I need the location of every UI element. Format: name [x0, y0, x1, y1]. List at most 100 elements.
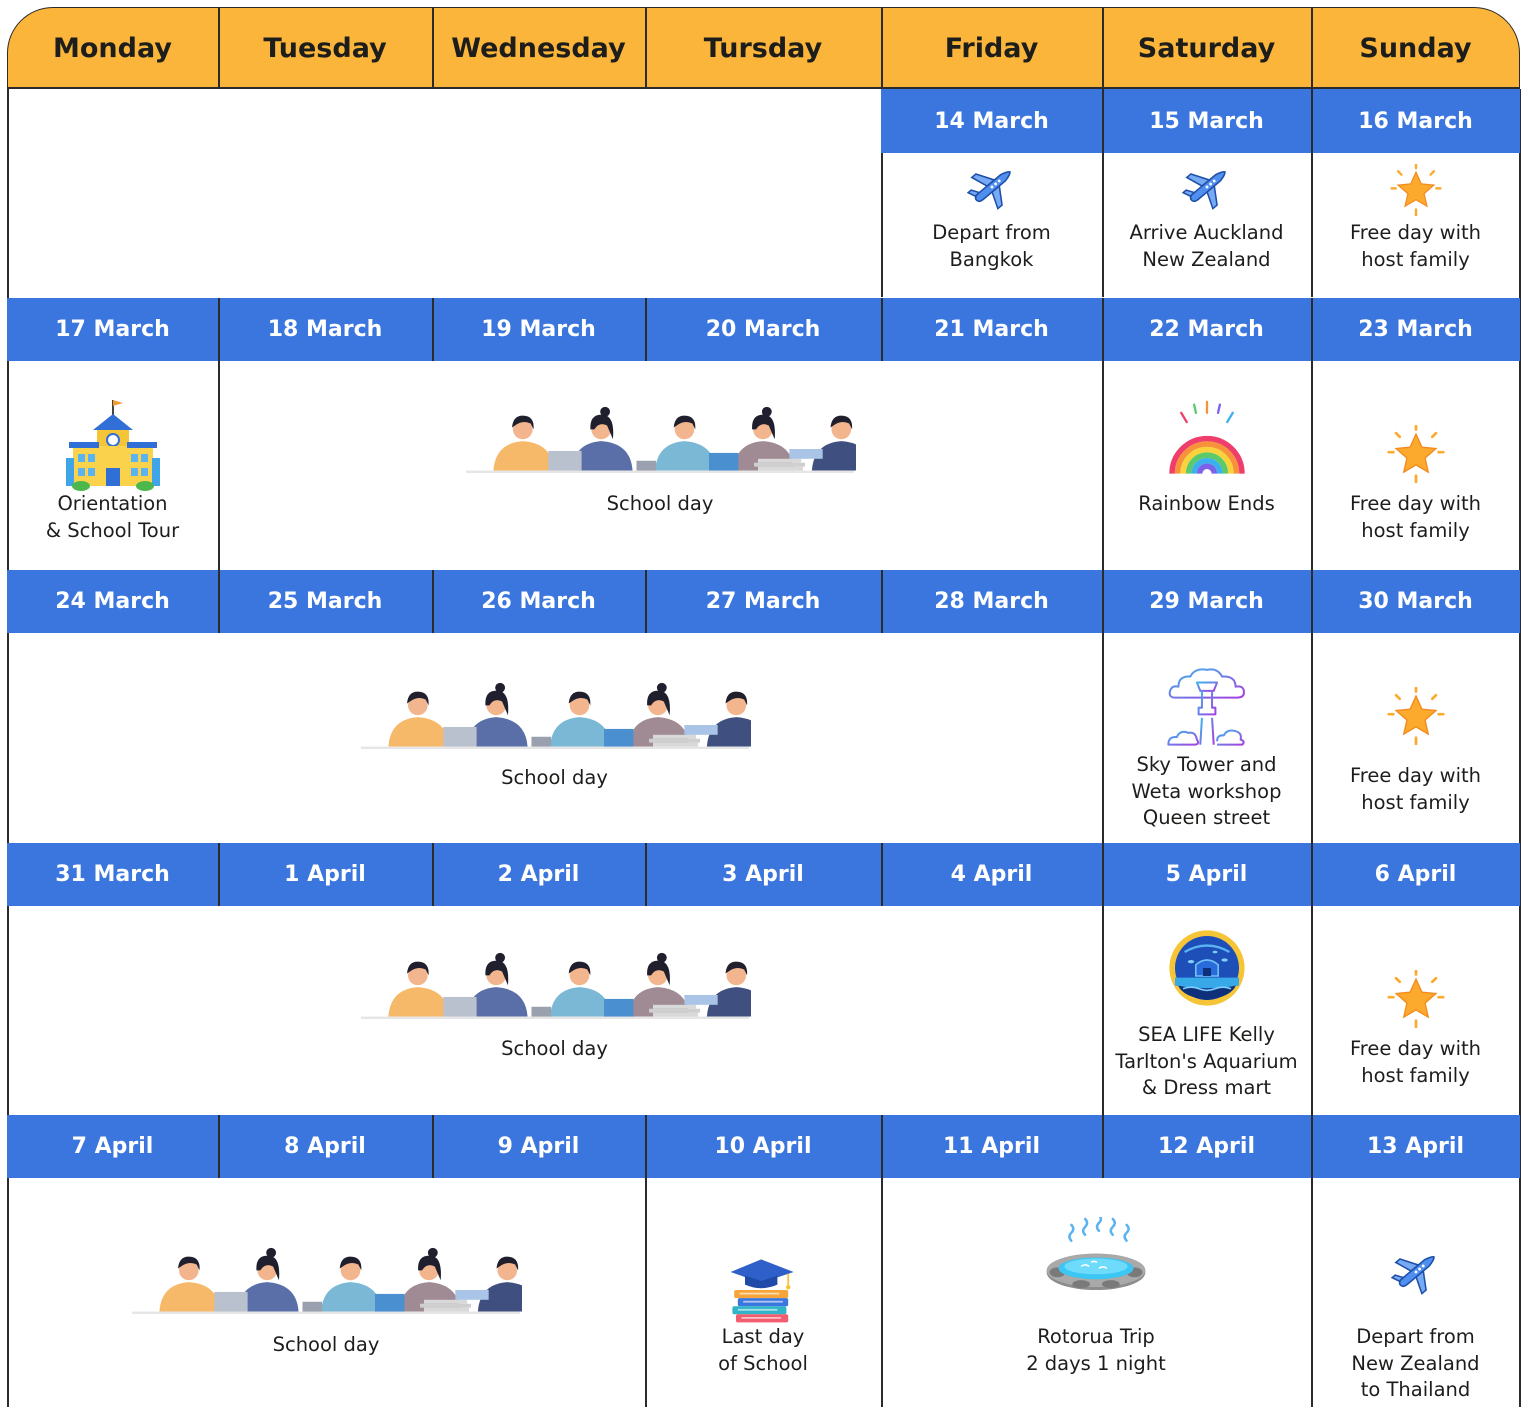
- date-label: 11 April: [943, 1134, 1040, 1159]
- band-divider: [1311, 570, 1313, 633]
- band-divider: [881, 298, 883, 361]
- band-divider: [1102, 1115, 1104, 1178]
- weekday-wednesday: Wednesday: [451, 32, 626, 64]
- band-divider: [881, 843, 883, 906]
- date-label: 6 April: [1374, 862, 1457, 887]
- weekday-tursday: Tursday: [703, 32, 823, 64]
- band-divider: [1311, 298, 1313, 361]
- band-divider: [1102, 89, 1104, 153]
- event-label: SEA LIFE Kelly Tarlton's Aquarium & Dres…: [1115, 1023, 1298, 1099]
- star-icon: [1386, 969, 1445, 1029]
- header-divider: [645, 7, 647, 89]
- header-divider: [218, 7, 220, 89]
- star-icon: [1386, 424, 1445, 484]
- aquarium-icon: [1167, 928, 1247, 1008]
- date-label: 26 March: [481, 589, 596, 614]
- grid-right-border: [1519, 89, 1521, 1407]
- weekday-friday: Friday: [944, 32, 1039, 64]
- event-label: School day: [606, 492, 714, 515]
- band-divider: [432, 1115, 434, 1178]
- cell-divider: [1102, 361, 1104, 570]
- travel-calendar: Monday Tuesday Wednesday Tursday Friday Satur…: [0, 0, 1528, 1407]
- date-label: 19 March: [481, 317, 596, 342]
- hot-spring-icon: [1041, 1213, 1151, 1327]
- header-divider: [432, 7, 434, 89]
- event-label: Depart from New Zealand to Thailand: [1351, 1325, 1480, 1401]
- band-divider: [1311, 1115, 1313, 1178]
- airplane-icon: [1181, 162, 1232, 212]
- band-divider: [1102, 570, 1104, 633]
- band-divider: [1311, 843, 1313, 906]
- event-label: Rotorua Trip 2 days 1 night: [1026, 1325, 1166, 1375]
- date-label: 21 March: [934, 317, 1049, 342]
- band-divider: [645, 570, 647, 633]
- header-divider: [881, 7, 883, 89]
- students-illustration: [359, 946, 768, 1026]
- header-divider: [1311, 7, 1313, 89]
- weekday-sunday: Sunday: [1359, 32, 1472, 64]
- date-label: 5 April: [1165, 862, 1248, 887]
- date-label: 18 March: [267, 317, 383, 342]
- event-label: Free day with host family: [1349, 221, 1481, 271]
- rainbow-icon: [1161, 400, 1253, 492]
- band-divider: [432, 298, 434, 361]
- event-label: Orientation & School Tour: [45, 492, 180, 542]
- band-divider: [218, 570, 220, 633]
- header-divider: [1102, 7, 1104, 89]
- cell-divider: [218, 361, 220, 570]
- band-divider: [218, 843, 220, 906]
- band-divider: [432, 570, 434, 633]
- date-label: 30 March: [1358, 589, 1473, 614]
- band-divider: [218, 1115, 220, 1178]
- weekday-monday: Monday: [53, 32, 172, 64]
- event-label: School day: [272, 1333, 380, 1356]
- band-divider: [881, 1115, 883, 1178]
- date-label: 16 March: [1358, 108, 1473, 134]
- date-label: 3 April: [722, 862, 804, 887]
- airplane-icon: [1390, 1247, 1441, 1297]
- weekday-saturday: Saturday: [1137, 32, 1276, 64]
- grid-left-border: [7, 89, 9, 1407]
- event-label: Free day with host family: [1349, 1037, 1481, 1087]
- date-label: 28 March: [934, 589, 1049, 614]
- event-label: Free day with host family: [1349, 492, 1481, 542]
- date-label: 22 March: [1149, 317, 1264, 342]
- date-label: 31 March: [55, 862, 170, 887]
- date-label: 29 March: [1149, 589, 1264, 614]
- band-divider: [1311, 89, 1313, 153]
- airplane-icon: [966, 162, 1017, 212]
- students-illustration: [130, 1241, 539, 1321]
- date-label: 1 April: [284, 862, 366, 887]
- graduation-books-icon: [727, 1254, 799, 1326]
- date-label: 25 March: [267, 589, 383, 614]
- date-label: 4 April: [950, 862, 1033, 887]
- date-label: 10 April: [714, 1134, 812, 1159]
- event-label: Depart from Bangkok: [932, 221, 1051, 271]
- star-icon: [1386, 686, 1445, 746]
- date-label: 12 April: [1158, 1134, 1255, 1159]
- band-divider: [1102, 843, 1104, 906]
- event-label: Last day of School: [718, 1325, 808, 1375]
- band-divider: [1102, 298, 1104, 361]
- star-icon: [1389, 163, 1442, 217]
- date-label: 20 March: [705, 317, 821, 342]
- date-label: 15 March: [1149, 108, 1264, 134]
- event-label: School day: [501, 1037, 608, 1060]
- band-divider: [432, 843, 434, 906]
- date-label: 8 April: [284, 1134, 366, 1159]
- students-illustration: [464, 400, 873, 480]
- date-label: 17 March: [55, 317, 170, 342]
- date-label: 13 April: [1367, 1134, 1464, 1159]
- date-label: 9 April: [497, 1134, 580, 1159]
- event-label: Sky Tower and Weta workshop Queen street: [1131, 753, 1282, 829]
- event-label: Rainbow Ends: [1138, 492, 1275, 515]
- sky-tower-icon: [1165, 664, 1249, 748]
- band-divider: [881, 570, 883, 633]
- event-label: Free day with host family: [1349, 764, 1481, 814]
- date-label: 23 March: [1358, 317, 1473, 342]
- band-divider: [645, 843, 647, 906]
- date-label: 14 March: [934, 108, 1049, 134]
- event-label: School day: [501, 766, 608, 789]
- date-label: 27 March: [705, 589, 821, 614]
- band-divider: [645, 1115, 647, 1178]
